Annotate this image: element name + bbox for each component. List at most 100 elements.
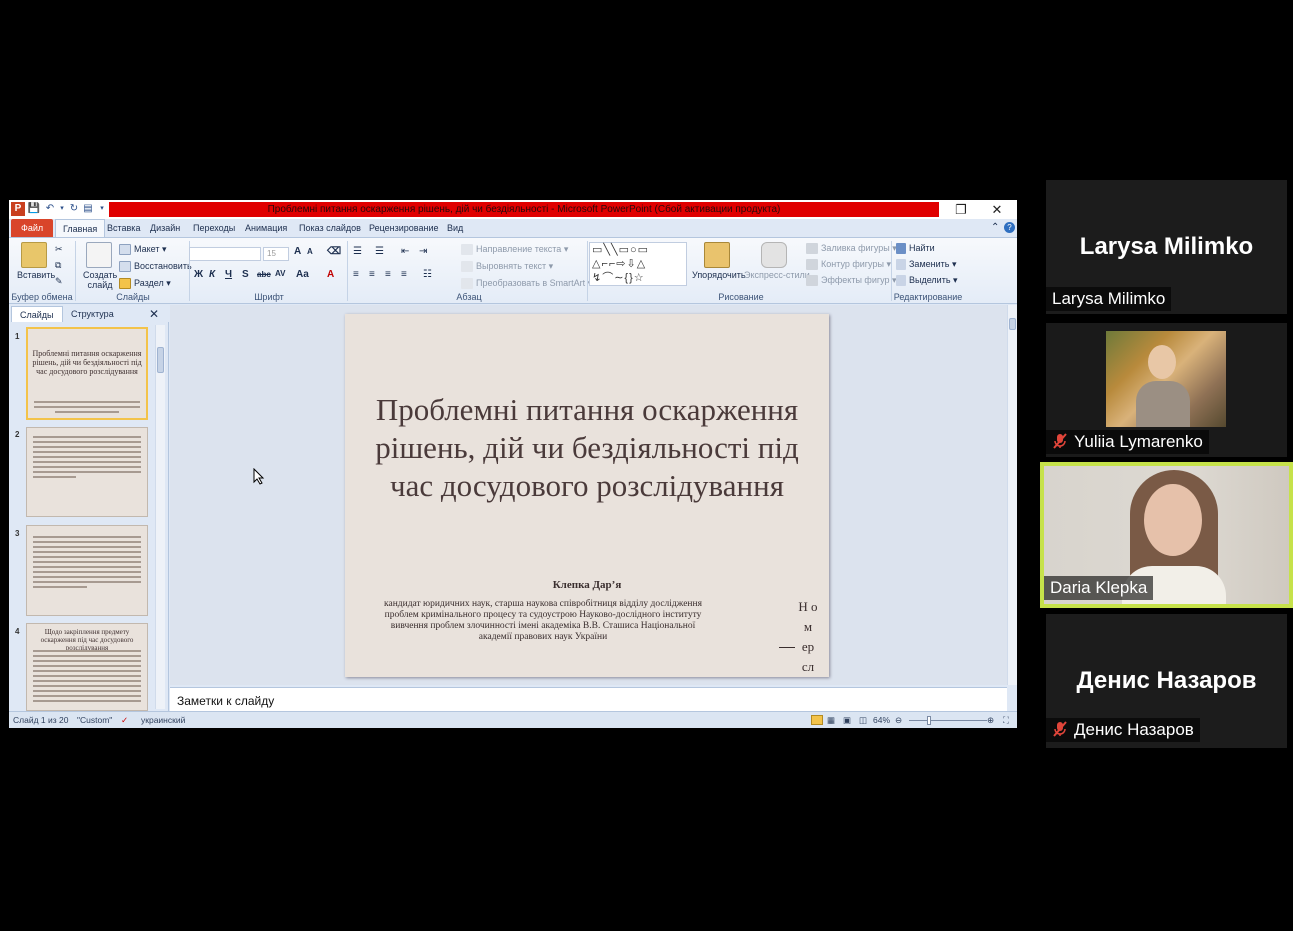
- fit-to-window-icon[interactable]: ⛶: [1003, 715, 1009, 726]
- scroll-thumb[interactable]: [1009, 318, 1016, 330]
- shapes-gallery[interactable]: ▭╲╲▭○▭ △⌐⌐⇨⇩△ ↯⌒∼{}☆: [589, 242, 687, 286]
- shrink-font-icon[interactable]: A: [307, 247, 313, 256]
- shape-outline-button[interactable]: Контур фигуры ▾: [806, 259, 891, 271]
- slide-sorter-icon[interactable]: ▦: [827, 715, 835, 726]
- slide-number: 1: [15, 332, 20, 341]
- slide-author[interactable]: Клепка Дар’я: [345, 579, 829, 591]
- help-icon[interactable]: ?: [1004, 222, 1015, 233]
- print-preview-icon[interactable]: ▤: [81, 202, 95, 216]
- participant-tile-2[interactable]: Yuliia Lymarenko: [1046, 323, 1287, 457]
- paste-button[interactable]: Вставить: [17, 270, 55, 280]
- align-left-icon[interactable]: ≡: [353, 269, 359, 280]
- customize-toolbar-icon[interactable]: ▾: [95, 202, 109, 216]
- smartart-button[interactable]: Преобразовать в SmartArt ▾: [461, 278, 592, 290]
- restore-button[interactable]: ❐: [943, 200, 979, 219]
- quick-styles-icon[interactable]: [761, 242, 787, 268]
- find-button[interactable]: Найти: [896, 243, 935, 255]
- shape-fill-button[interactable]: Заливка фигуры ▾: [806, 243, 897, 255]
- tab-slides[interactable]: Слайды: [11, 306, 63, 322]
- align-right-icon[interactable]: ≡: [385, 269, 391, 280]
- copy-icon[interactable]: ⧉: [55, 260, 61, 271]
- slide-affiliation[interactable]: кандидат юридичних наук, старша наукова …: [373, 599, 713, 643]
- participant-tile-4[interactable]: Денис Назаров Денис Назаров: [1046, 614, 1287, 748]
- section-button[interactable]: Раздел ▾: [119, 278, 171, 290]
- tab-insert[interactable]: Вставка: [107, 219, 140, 237]
- font-color-icon[interactable]: A: [327, 269, 334, 280]
- char-spacing-button[interactable]: AV: [275, 269, 286, 278]
- scroll-thumb[interactable]: [157, 347, 164, 373]
- tab-animation[interactable]: Анимация: [245, 219, 287, 237]
- bullets-icon[interactable]: ☰: [353, 246, 362, 257]
- replace-button[interactable]: Заменить ▾: [896, 259, 956, 271]
- tab-transitions[interactable]: Переходы: [193, 219, 235, 237]
- grow-font-icon[interactable]: A: [294, 246, 301, 257]
- reset-button[interactable]: Восстановить: [119, 261, 192, 273]
- slide-thumbnail-2[interactable]: [26, 427, 148, 517]
- numbering-icon[interactable]: ☰: [375, 246, 384, 257]
- align-center-icon[interactable]: ≡: [369, 269, 375, 280]
- justify-icon[interactable]: ≡: [401, 269, 407, 280]
- format-painter-icon[interactable]: ✎: [55, 276, 63, 287]
- spellcheck-icon[interactable]: ✓: [121, 715, 128, 726]
- tab-outline[interactable]: Структура: [63, 306, 122, 322]
- bold-button[interactable]: Ж: [194, 269, 203, 280]
- theme-name[interactable]: "Custom": [77, 715, 112, 725]
- slideshow-view-icon[interactable]: ◫: [859, 715, 867, 726]
- cut-icon[interactable]: ✂: [55, 244, 63, 255]
- close-window-button[interactable]: ✕: [979, 200, 1015, 219]
- layout-button[interactable]: Макет ▾: [119, 244, 167, 256]
- ribbon-minimize-icon[interactable]: ⌃: [991, 219, 999, 237]
- font-size-combo[interactable]: 15: [263, 247, 289, 261]
- participant-tile-1[interactable]: Larysa Milimko Larysa Milimko: [1046, 180, 1287, 314]
- quick-styles-button[interactable]: Экспресс-стили: [744, 270, 810, 280]
- font-name-combo[interactable]: [189, 247, 261, 261]
- zoom-out-icon[interactable]: ⊖: [895, 715, 902, 726]
- new-slide-button[interactable]: Создать слайд: [83, 270, 117, 290]
- close-pane-icon[interactable]: ✕: [145, 306, 163, 322]
- section-label: Раздел: [134, 278, 164, 288]
- participant-tile-3-active-speaker[interactable]: Daria Klepka: [1040, 462, 1293, 608]
- paste-icon[interactable]: [21, 242, 47, 268]
- zoom-in-icon[interactable]: ⊕: [987, 715, 994, 726]
- zoom-slider[interactable]: [909, 720, 987, 721]
- decrease-indent-icon[interactable]: ⇤: [401, 246, 409, 257]
- slide-thumbnail-3[interactable]: [26, 525, 148, 616]
- increase-indent-icon[interactable]: ⇥: [419, 246, 427, 257]
- tab-slideshow[interactable]: Показ слайдов: [299, 219, 361, 237]
- select-button[interactable]: Выделить ▾: [896, 275, 958, 287]
- clear-format-icon[interactable]: ⌫: [327, 246, 341, 257]
- reading-view-icon[interactable]: ▣: [843, 715, 851, 726]
- new-slide-icon[interactable]: [86, 242, 112, 268]
- current-slide[interactable]: Проблемні питання оскарження рішень, дій…: [345, 314, 829, 677]
- mic-muted-icon: [1053, 433, 1067, 449]
- zoom-level[interactable]: 64%: [873, 715, 890, 725]
- italic-button[interactable]: К: [209, 269, 215, 280]
- zoom-slider-thumb[interactable]: [927, 716, 931, 725]
- tab-home[interactable]: Главная: [55, 219, 106, 237]
- columns-icon[interactable]: ☷: [423, 269, 432, 280]
- slide-thumbnail-1[interactable]: Проблемні питання оскарження рішень, дій…: [26, 327, 148, 420]
- normal-view-icon[interactable]: [811, 715, 823, 725]
- strikethrough-button[interactable]: abc: [257, 270, 271, 279]
- tab-review[interactable]: Рецензирование: [369, 219, 439, 237]
- underline-button[interactable]: Ч: [225, 269, 232, 280]
- slide-title[interactable]: Проблемні питання оскарження рішень, дій…: [365, 391, 809, 505]
- slide-number-placeholder[interactable]: Н о м ер сл: [797, 597, 819, 677]
- shape-effects-button[interactable]: Эффекты фигур ▾: [806, 275, 897, 287]
- tab-design[interactable]: Дизайн: [150, 219, 180, 237]
- change-case-button[interactable]: Aa: [296, 269, 309, 280]
- tab-view[interactable]: Вид: [447, 219, 463, 237]
- slide-vertical-scrollbar[interactable]: [1007, 305, 1017, 685]
- notes-pane[interactable]: Заметки к слайду: [170, 687, 1007, 711]
- arrange-button[interactable]: Упорядочить: [692, 270, 746, 280]
- text-direction-button[interactable]: Направление текста ▾: [461, 244, 568, 256]
- tab-file[interactable]: Файл: [11, 219, 54, 237]
- save-icon[interactable]: 💾: [27, 202, 41, 216]
- shadow-button[interactable]: S: [242, 269, 249, 280]
- slide-thumbnail-4[interactable]: Щодо закріплення предмету оскарження під…: [26, 623, 148, 711]
- redo-icon[interactable]: ↻: [67, 202, 81, 216]
- arrange-icon[interactable]: [704, 242, 730, 268]
- thumbnails-scrollbar[interactable]: [155, 325, 165, 709]
- language-label[interactable]: украинский: [141, 715, 185, 725]
- align-text-button[interactable]: Выровнять текст ▾: [461, 261, 553, 273]
